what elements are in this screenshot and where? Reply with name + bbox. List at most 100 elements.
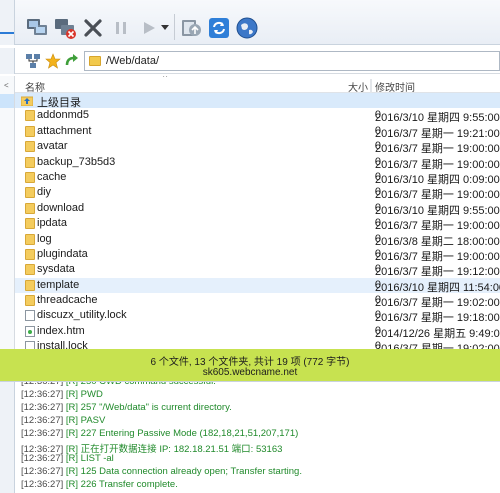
log-timestamp: [12:36:27] [21, 427, 64, 439]
close-icon[interactable] [80, 15, 106, 41]
file-row[interactable]: cache 0 2016/3/10 星期四 0:09:00 [15, 170, 500, 186]
folder-icon [25, 171, 35, 183]
log-timestamp: [12:36:27] [21, 401, 64, 413]
column-date[interactable]: 修改时间 [375, 79, 415, 94]
collapse-arrow-icon[interactable]: < [4, 81, 9, 90]
file-name: threadcache [37, 294, 98, 307]
file-name: plugindata [37, 247, 88, 260]
file-row[interactable]: threadcache 0 2016/3/7 星期一 19:02:00 [15, 293, 500, 309]
parent-directory-row[interactable]: 上级目录 [15, 93, 500, 109]
log-text: [R] 250 CWD command successful. [63, 381, 216, 387]
folder-icon [25, 264, 35, 276]
folder-icon [25, 279, 35, 291]
file-row[interactable]: attachment 0 2016/3/7 星期一 19:21:00 [15, 124, 500, 140]
folder-icon [25, 202, 35, 214]
log-text: [R] 227 Entering Passive Mode (182,18,21… [63, 427, 299, 439]
log-timestamp: [12:36:27] [21, 453, 64, 465]
file-name: download [37, 201, 85, 214]
path-bar: /Web/data/ [0, 48, 500, 74]
file-row[interactable]: addonmd5 0 2016/3/10 星期四 9:55:00 [15, 108, 500, 124]
file-row[interactable]: backup_73b5d3 0 2016/3/7 星期一 19:00:00 [15, 155, 500, 171]
log-text: [R] LIST -al [63, 453, 114, 465]
file-row[interactable]: sysdata 0 2016/3/7 星期一 19:12:00 [15, 262, 500, 278]
file-name: attachment [37, 124, 92, 137]
log-line: [12:36:27] [R] 正在打开数据连接 IP: 182.18.21.51… [21, 441, 282, 455]
left-panel-edge [0, 0, 15, 45]
column-size[interactable]: 大小 [348, 79, 368, 94]
folder-icon [25, 248, 35, 260]
file-name: template [37, 278, 80, 291]
file-row[interactable]: download 0 2016/3/10 星期四 9:55:00 [15, 201, 500, 217]
folder-icon [25, 125, 35, 137]
status-summary: 6 个文件, 13 个文件夹, 共计 19 项 (772 字节) [150, 357, 350, 368]
log-text: [R] 257 "/Web/data" is current directory… [63, 401, 232, 413]
file-row[interactable]: avatar 0 2016/3/7 星期一 19:00:00 [15, 139, 500, 155]
path-input[interactable]: /Web/data/ [84, 51, 500, 71]
globe-icon[interactable] [234, 15, 260, 41]
up-folder-icon [21, 96, 33, 106]
log-line: [12:36:27] [R] PASV [21, 415, 105, 426]
log-line: [12:36:27] [R] 227 Entering Passive Mode… [21, 428, 298, 439]
file-name: cache [37, 170, 67, 183]
toolbar [0, 0, 500, 45]
folder-icon [25, 156, 35, 168]
status-bar: 6 个文件, 13 个文件夹, 共计 19 项 (772 字节) sk605.w… [0, 349, 500, 381]
log-text: [R] PWD [63, 388, 103, 400]
file-name: diy [37, 186, 52, 199]
file-icon [25, 310, 35, 322]
column-name[interactable]: 名称 [25, 79, 45, 94]
log-line: [12:36:27] [R] PWD [21, 389, 103, 400]
file-icon [25, 325, 35, 337]
file-name: addonmd5 [37, 109, 89, 122]
folder-icon [25, 110, 35, 122]
file-name: index.htm [37, 324, 85, 337]
network-icon[interactable] [24, 52, 42, 70]
file-row[interactable]: log 0 2016/3/8 星期二 18:00:00 [15, 232, 500, 248]
folder-icon [89, 56, 101, 66]
folder-icon [25, 187, 35, 199]
folder-icon [25, 233, 35, 245]
log-timestamp: [12:36:27] [21, 388, 64, 400]
file-name: discuzx_utility.lock [37, 309, 127, 322]
log-line: [12:36:27] [R] LIST -al [21, 453, 114, 464]
log-panel: [12:36:27] [R] 250 CWD command successfu… [0, 381, 500, 493]
folder-icon [25, 218, 35, 230]
file-row[interactable]: diy 0 2016/3/7 星期一 19:00:00 [15, 185, 500, 201]
log-line: [12:36:27] [R] 226 Transfer complete. [21, 479, 178, 490]
log-timestamp: [12:36:27] [21, 414, 64, 426]
log-timestamp: [12:36:27] [21, 466, 64, 478]
file-list: < 名称 ^ 大小 修改时间 上级目录 addonmd5 0 2016/3/10 星… [0, 76, 500, 352]
file-name: avatar [37, 140, 68, 153]
file-row[interactable]: discuzx_utility.lock 0 2016/3/7 星期一 19:18:… [15, 308, 500, 324]
list-header: 名称 ^ 大小 修改时间 [15, 76, 500, 96]
site-manager-icon[interactable] [178, 15, 204, 41]
log-text: [R] 226 Transfer complete. [63, 479, 178, 491]
pause-icon[interactable] [108, 15, 134, 41]
file-name: ipdata [37, 217, 67, 230]
log-timestamp: [12:36:27] [21, 381, 64, 387]
folder-icon [25, 141, 35, 153]
file-rows: 上级目录 addonmd5 0 2016/3/10 星期四 9:55:00 attac… [15, 93, 500, 352]
log-text: [R] PASV [63, 414, 106, 426]
file-row[interactable]: ipdata 0 2016/3/7 星期一 19:00:00 [15, 216, 500, 232]
file-name: backup_73b5d3 [37, 155, 116, 168]
dropdown-arrow-icon[interactable] [158, 15, 172, 41]
refresh-icon[interactable] [206, 15, 232, 41]
file-row[interactable]: template 0 2016/3/10 星期四 11:54:00 [15, 277, 500, 294]
connect-icon[interactable] [24, 15, 50, 41]
tree-gutter: < [0, 76, 15, 352]
file-name: sysdata [37, 263, 75, 276]
path-value: /Web/data/ [106, 55, 159, 67]
favorite-star-icon[interactable] [44, 52, 62, 70]
file-row[interactable]: index.htm 0 2014/12/26 星期五 9:49:00 [15, 324, 500, 340]
status-host: sk605.webcname.net [202, 367, 298, 378]
log-text: [R] 125 Data connection already open; Tr… [63, 466, 302, 478]
log-line: [12:36:27] [R] 257 "/Web/data" is curren… [21, 402, 232, 413]
file-name: log [37, 232, 52, 245]
disconnect-icon[interactable] [52, 15, 78, 41]
log-timestamp: [12:36:27] [21, 479, 64, 491]
go-up-icon[interactable] [63, 52, 81, 70]
folder-icon [25, 295, 35, 307]
sort-caret-icon: ^ [163, 76, 168, 82]
file-row[interactable]: plugindata 0 2016/3/7 星期一 19:00:00 [15, 247, 500, 263]
